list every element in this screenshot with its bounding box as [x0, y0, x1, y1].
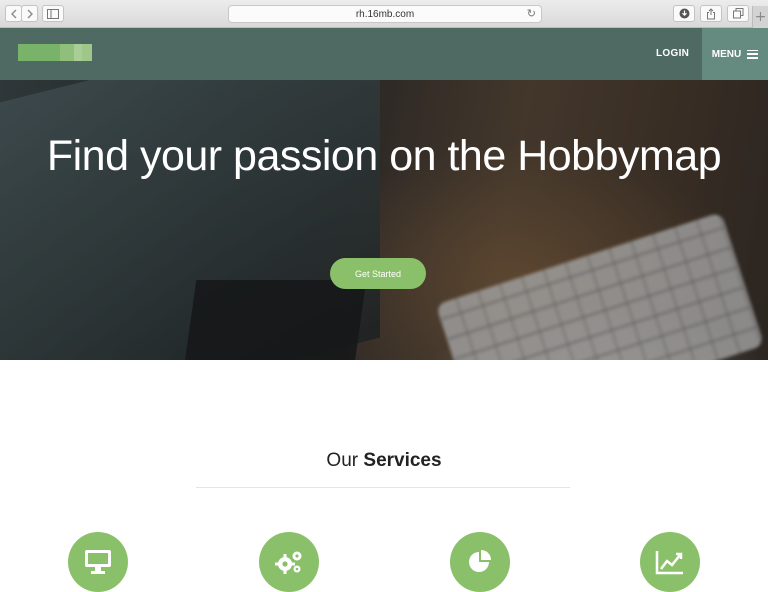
download-icon — [679, 8, 689, 19]
site-navbar: LOGIN MENU — [0, 28, 768, 80]
hamburger-icon — [747, 49, 759, 59]
service-gears[interactable] — [259, 532, 319, 592]
plus-icon: + — [754, 9, 767, 25]
downloads-button[interactable] — [673, 5, 695, 22]
service-line-chart[interactable] — [640, 532, 700, 592]
pie-chart-icon — [469, 550, 491, 572]
service-pie-chart[interactable] — [450, 532, 510, 592]
site-logo[interactable] — [18, 44, 92, 61]
forward-button[interactable] — [21, 5, 38, 22]
menu-button[interactable]: MENU — [702, 28, 768, 80]
new-tab-button[interactable]: + — [752, 6, 768, 28]
hero-overlay — [0, 80, 768, 360]
services-heading-light: Our — [326, 450, 359, 471]
sidebar-icon — [47, 8, 59, 19]
services-divider — [196, 487, 570, 488]
chevron-right-icon — [27, 9, 33, 18]
chevron-left-icon — [10, 9, 16, 18]
menu-label: MENU — [711, 48, 742, 60]
sidebar-toggle-button[interactable] — [42, 5, 64, 22]
reload-icon[interactable]: ↻ — [527, 7, 536, 20]
monitor-icon — [85, 550, 111, 574]
get-started-button[interactable]: Get Started — [330, 258, 426, 289]
gears-icon — [275, 551, 302, 574]
hero-section: Find your passion on the Hobbymap Get St… — [0, 80, 768, 360]
back-button[interactable] — [5, 5, 22, 22]
service-monitor[interactable] — [68, 532, 128, 592]
share-button[interactable] — [700, 5, 722, 22]
hero-heading: Find your passion on the Hobbymap — [46, 132, 722, 180]
services-heading: Our Services — [0, 450, 768, 472]
share-icon — [707, 7, 715, 19]
tabs-icon — [732, 8, 743, 19]
services-heading-bold: Services — [363, 450, 442, 471]
tabs-button[interactable] — [727, 5, 749, 22]
line-chart-icon — [655, 551, 683, 575]
browser-toolbar: rh.16mb.com ↻ + — [0, 0, 768, 28]
address-bar[interactable]: rh.16mb.com ↻ — [228, 5, 542, 23]
login-link[interactable]: LOGIN — [656, 48, 689, 59]
url-text: rh.16mb.com — [355, 8, 415, 20]
